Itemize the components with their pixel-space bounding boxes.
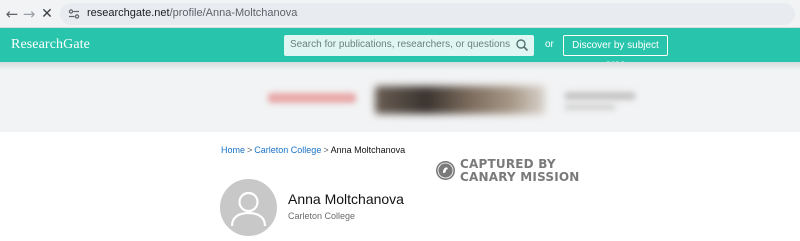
url-host: researchgate.net — [87, 7, 170, 19]
or-label: or — [545, 39, 554, 50]
search-icon[interactable] — [515, 38, 529, 52]
browser-toolbar: ← → ✕ researchgate.net/profile/Anna-Molt… — [0, 0, 800, 28]
search-input[interactable] — [290, 39, 510, 50]
ad-blurred-image — [375, 86, 545, 114]
watermark-text: CAPTURED BY CANARY MISSION — [460, 158, 580, 184]
profile-name: Anna Moltchanova — [288, 191, 404, 207]
url-path: /profile/Anna-Moltchanova — [169, 7, 298, 19]
breadcrumb-current: Anna Moltchanova — [330, 145, 406, 155]
person-silhouette-icon — [230, 191, 267, 227]
url-text: researchgate.net/profile/Anna-Moltchanov… — [87, 7, 297, 19]
site-settings-icon[interactable] — [68, 8, 80, 20]
header-shadow — [0, 62, 800, 70]
avatar[interactable] — [220, 179, 277, 236]
close-icon[interactable]: ✕ — [38, 5, 56, 23]
address-bar[interactable]: researchgate.net/profile/Anna-Moltchanov… — [60, 3, 795, 25]
breadcrumb: Home > Carleton College > Anna Moltchanova — [221, 145, 405, 155]
profile-institution[interactable]: Carleton College — [288, 211, 355, 221]
ad-blurred-text — [565, 92, 635, 100]
breadcrumb-home[interactable]: Home — [221, 145, 245, 155]
search-box[interactable] — [284, 35, 534, 56]
ad-blurred-text — [565, 104, 615, 110]
ad-blurred-logo — [268, 93, 356, 103]
discover-by-subject-button[interactable]: Discover by subject area — [563, 35, 668, 70]
breadcrumb-institution[interactable]: Carleton College — [254, 145, 321, 155]
watermark-line-2: CANARY MISSION — [460, 170, 580, 184]
canary-seal-icon — [436, 161, 455, 180]
site-header: ResearchGate or Discover by subject area — [0, 28, 800, 70]
researchgate-logo[interactable]: ResearchGate — [11, 37, 90, 53]
ad-banner[interactable] — [0, 62, 800, 132]
forward-arrow-icon[interactable]: → — [20, 5, 38, 23]
back-arrow-icon[interactable]: ← — [3, 5, 21, 23]
chevron-right-icon: > — [247, 145, 253, 155]
chevron-right-icon: > — [323, 145, 329, 155]
